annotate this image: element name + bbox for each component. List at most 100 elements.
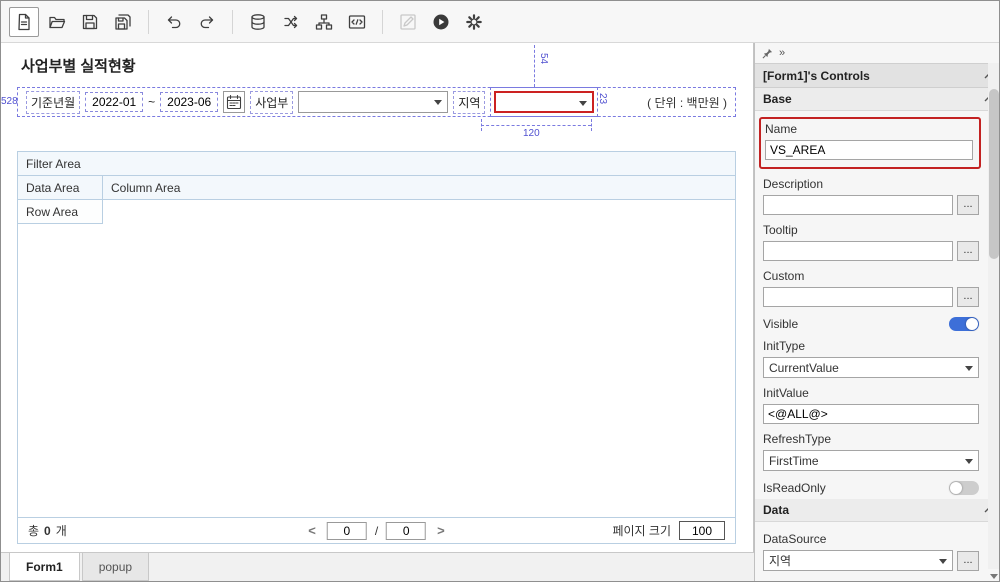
page-total-input[interactable] xyxy=(386,522,426,540)
init-type-select[interactable]: CurrentValue xyxy=(763,357,979,378)
refresh-type-label: RefreshType xyxy=(763,432,979,446)
sitemap-button[interactable] xyxy=(309,7,339,37)
scrollbar-down-button[interactable] xyxy=(988,569,1000,582)
database-icon xyxy=(249,13,267,31)
code-button[interactable] xyxy=(342,7,372,37)
tooltip-label: Tooltip xyxy=(763,223,979,237)
total-count: 0 xyxy=(44,524,51,538)
new-document-icon xyxy=(15,13,33,31)
custom-input[interactable] xyxy=(763,287,953,307)
init-value-label: InitValue xyxy=(763,386,979,400)
chevron-down-icon xyxy=(965,366,973,371)
custom-label: Custom xyxy=(763,269,979,283)
guide-tick-right xyxy=(591,119,592,131)
region-combobox[interactable] xyxy=(494,91,594,113)
guide-width-528: 528 xyxy=(1,96,18,107)
controls-header-label: [Form1]'s Controls xyxy=(763,69,870,83)
is-read-only-row: IsReadOnly xyxy=(763,481,979,495)
guide-line-top xyxy=(534,45,535,87)
scrollbar-thumb[interactable] xyxy=(989,89,999,259)
filter-area-row: Filter Area xyxy=(18,152,735,176)
guide-height-54: 54 xyxy=(538,53,549,64)
data-source-ellipsis-button[interactable]: ... xyxy=(957,551,979,571)
edit-button[interactable] xyxy=(393,7,423,37)
undo-button[interactable] xyxy=(159,7,189,37)
refresh-type-select[interactable]: FirstTime xyxy=(763,450,979,471)
period-label: 기준년월 xyxy=(26,91,80,114)
panel-strip: » xyxy=(755,43,1000,63)
page-size-input[interactable] xyxy=(679,521,725,540)
data-area-dropzone[interactable]: Data Area xyxy=(18,176,103,199)
transform-button[interactable] xyxy=(276,7,306,37)
init-type-value: CurrentValue xyxy=(769,361,839,375)
range-tilde: ~ xyxy=(148,95,155,109)
chevron-down-icon xyxy=(939,559,947,564)
code-icon xyxy=(348,13,366,31)
row-area-dropzone[interactable]: Row Area xyxy=(18,200,103,224)
name-input[interactable] xyxy=(765,140,973,160)
row-area-row: Row Area xyxy=(18,200,735,224)
report-title: 사업부별 실적현황 xyxy=(21,55,136,76)
tab-popup[interactable]: popup xyxy=(82,553,149,581)
date-to-input[interactable] xyxy=(160,92,218,112)
redo-icon xyxy=(198,13,216,31)
calendar-button[interactable] xyxy=(223,91,245,113)
expand-panel-icon[interactable]: » xyxy=(779,47,785,59)
guide-line-bottom xyxy=(481,125,591,126)
database-button[interactable] xyxy=(243,7,273,37)
data-source-select[interactable]: 지역 xyxy=(763,550,953,571)
custom-ellipsis-button[interactable]: ... xyxy=(957,287,979,307)
section-base[interactable]: Base xyxy=(755,88,1000,111)
page-size-label: 페이지 크기 xyxy=(612,522,671,539)
run-button[interactable] xyxy=(426,7,456,37)
gear-icon xyxy=(465,13,483,31)
section-data-label: Data xyxy=(763,503,789,517)
save-button[interactable] xyxy=(75,7,105,37)
visible-toggle[interactable] xyxy=(949,317,979,331)
init-type-label: InitType xyxy=(763,339,979,353)
panel-scrollbar[interactable] xyxy=(988,63,1000,569)
open-button[interactable] xyxy=(42,7,72,37)
main-toolbar xyxy=(1,1,999,43)
chevron-down-icon xyxy=(965,459,973,464)
total-count-group: 총 0 개 xyxy=(28,522,67,539)
pivot-grid: Filter Area Data Area Column Area Row Ar… xyxy=(17,151,736,544)
is-read-only-toggle[interactable] xyxy=(949,481,979,495)
filter-area-dropzone[interactable]: Filter Area xyxy=(18,152,81,175)
save-all-icon xyxy=(114,13,132,31)
data-source-label: DataSource xyxy=(763,532,979,546)
page-size-group: 페이지 크기 xyxy=(612,521,725,540)
tab-form1[interactable]: Form1 xyxy=(9,553,80,581)
tooltip-input[interactable] xyxy=(763,241,953,261)
tooltip-ellipsis-button[interactable]: ... xyxy=(957,241,979,261)
region-selection-outline xyxy=(490,87,598,117)
init-value-input[interactable] xyxy=(763,404,979,424)
page-current-input[interactable] xyxy=(327,522,367,540)
description-label: Description xyxy=(763,177,979,191)
edit-icon xyxy=(399,13,417,31)
calendar-icon xyxy=(226,94,242,110)
save-all-button[interactable] xyxy=(108,7,138,37)
total-suffix: 개 xyxy=(56,522,67,539)
description-ellipsis-button[interactable]: ... xyxy=(957,195,979,215)
page-prev-button[interactable]: < xyxy=(305,523,319,538)
new-document-button[interactable] xyxy=(9,7,39,37)
guide-width-120: 120 xyxy=(523,128,540,139)
section-data[interactable]: Data xyxy=(755,499,1000,522)
toolbar-separator xyxy=(148,10,149,34)
data-source-value: 지역 xyxy=(769,552,791,569)
controls-header[interactable]: [Form1]'s Controls xyxy=(755,63,1000,88)
settings-button[interactable] xyxy=(459,7,489,37)
description-input[interactable] xyxy=(763,195,953,215)
division-label: 사업부 xyxy=(250,91,293,114)
page-next-button[interactable]: > xyxy=(434,523,448,538)
name-field-highlight: Name xyxy=(759,117,981,169)
design-canvas: 사업부별 실적현황 528 54 23 120 기준년월 ~ 사업부 지역 xyxy=(1,43,754,554)
redo-button[interactable] xyxy=(192,7,222,37)
division-combobox[interactable] xyxy=(298,91,448,113)
column-area-dropzone[interactable]: Column Area xyxy=(103,176,180,199)
date-from-input[interactable] xyxy=(85,92,143,112)
pin-icon[interactable] xyxy=(762,48,773,59)
open-folder-icon xyxy=(48,13,66,31)
pager: < / > xyxy=(305,522,448,540)
